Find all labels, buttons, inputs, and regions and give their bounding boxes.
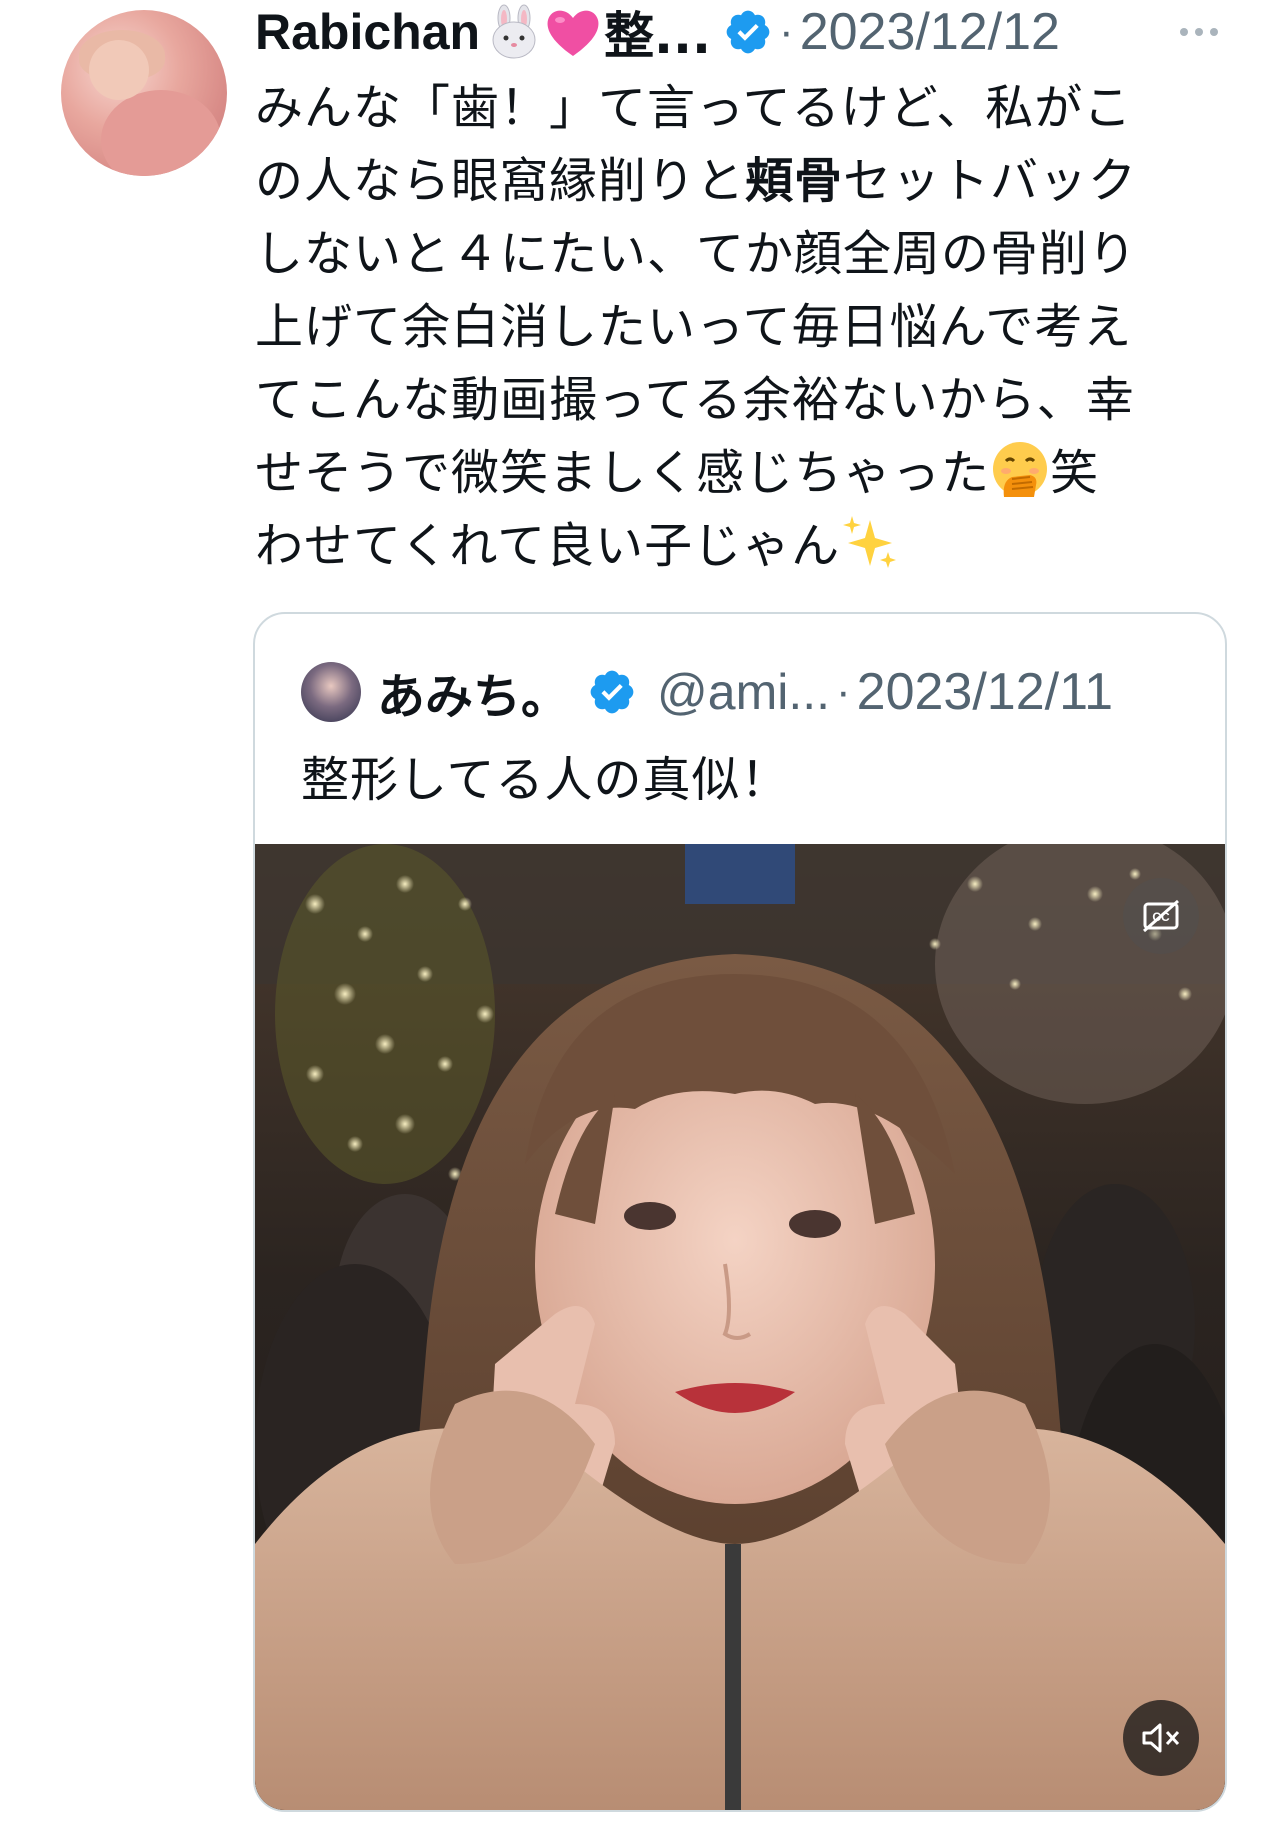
closed-captions-button[interactable]: CC bbox=[1123, 878, 1199, 954]
rabbit-face-emoji bbox=[492, 4, 536, 59]
quoted-header-separator: · bbox=[836, 667, 851, 716]
quoted-tweet-header: あみち。 @ami... · 2023/12/11 bbox=[301, 657, 1113, 727]
pink-heart-emoji bbox=[547, 10, 599, 56]
quoted-tweet-text: 整形してる人の真似！ bbox=[301, 752, 790, 808]
sparkles-emoji bbox=[843, 516, 897, 568]
author-display-name[interactable]: Rabichan bbox=[255, 3, 480, 61]
tweet-body-line: の人なら眼窩縁削りと頬骨セットバック bbox=[255, 153, 1138, 209]
quoted-author-name[interactable]: あみち。 bbox=[377, 657, 569, 727]
tweet-body: みんな「歯！」て言ってるけど、私がこ の人なら眼窩縁削りと頬骨セットバック しな… bbox=[255, 72, 1235, 583]
hand-over-mouth-emoji bbox=[993, 442, 1048, 497]
verified-badge-icon bbox=[726, 10, 770, 54]
tweet-body-line: てこんな動画撮ってる余裕ないから、幸 bbox=[255, 372, 1135, 428]
tweet-body-line: 上げて余白消したいって毎日悩んで考え bbox=[255, 299, 1133, 355]
header-separator: · bbox=[779, 7, 794, 56]
muted-speaker-icon bbox=[1142, 1723, 1180, 1753]
tweet-timestamp[interactable]: 2023/12/12 bbox=[800, 2, 1060, 62]
tweet-body-line: わせてくれて良い子じゃん bbox=[255, 510, 1235, 583]
video-frame bbox=[255, 844, 1225, 1810]
unmute-button[interactable] bbox=[1123, 1700, 1199, 1776]
more-dots-icon[interactable] bbox=[1176, 14, 1222, 50]
video-player[interactable]: CC bbox=[255, 844, 1225, 1810]
tweet-body-line: しないと４にたい、てか顔全周の骨削り bbox=[255, 226, 1138, 282]
quoted-author-avatar[interactable] bbox=[301, 662, 361, 722]
closed-captions-off-icon: CC bbox=[1143, 899, 1179, 933]
tweet-body-line: みんな「歯！」て言ってるけど、私がこ bbox=[255, 80, 1133, 136]
tweet-body-line: せそうで微笑ましく感じちゃった 笑 bbox=[255, 437, 1235, 510]
quoted-tweet[interactable]: あみち。 @ami... · 2023/12/11 整形してる人の真似！ bbox=[253, 612, 1227, 1812]
tweet-header: Rabichan 整... · 2023/12/12 bbox=[255, 0, 1060, 65]
author-name-truncated[interactable]: 整... bbox=[604, 0, 711, 68]
quoted-tweet-timestamp[interactable]: 2023/12/11 bbox=[857, 662, 1113, 722]
bold-text: 頬骨 bbox=[745, 153, 844, 209]
quoted-author-handle[interactable]: @ami... bbox=[657, 663, 830, 721]
tweet[interactable]: Rabichan 整... · 2023/12/12 みんな「歯！」て言ってるけ… bbox=[0, 0, 1284, 1827]
author-avatar[interactable] bbox=[61, 10, 227, 176]
verified-badge-icon bbox=[590, 670, 634, 714]
